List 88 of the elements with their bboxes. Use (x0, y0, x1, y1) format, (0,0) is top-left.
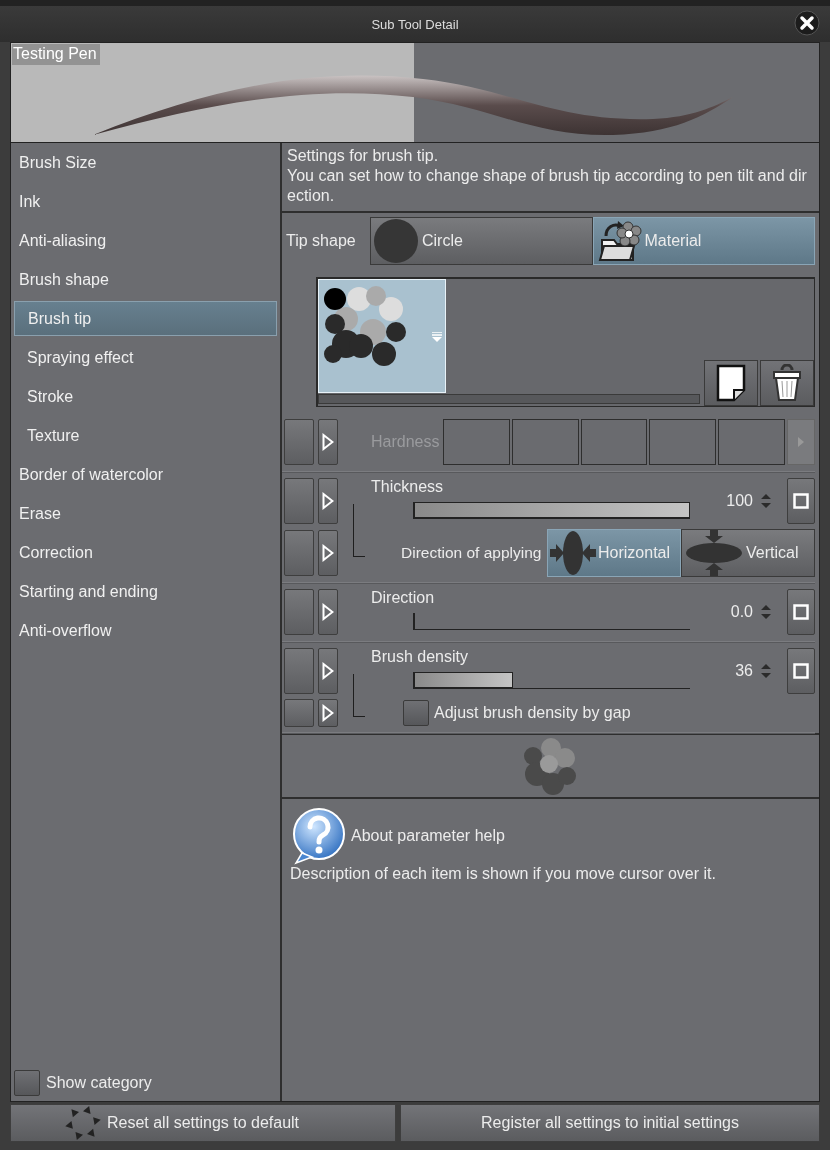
expand-button[interactable] (318, 419, 338, 465)
checkbox[interactable] (14, 1069, 40, 1096)
slider-track[interactable] (413, 613, 690, 630)
pressure-toggle-button[interactable] (284, 589, 314, 635)
triangle-icon (322, 544, 334, 562)
scrollbar[interactable] (318, 394, 700, 404)
hardness-cell[interactable] (580, 419, 648, 465)
direction-option[interactable]: Horizontal (547, 529, 681, 577)
value-text: 100 (725, 492, 753, 510)
window-title: Sub Tool Detail (371, 16, 459, 32)
tip-shape-option[interactable]: Material (592, 217, 815, 265)
hardness-cell[interactable] (443, 419, 510, 465)
checkbox[interactable] (403, 700, 429, 726)
hardness-cell[interactable] (511, 419, 579, 465)
horizontal-ellipse-icon (684, 530, 744, 576)
spin-arrows-icon (761, 663, 771, 679)
tool-name-label: Testing Pen (12, 44, 100, 65)
checkbox-label: Show category (46, 1073, 152, 1092)
material-thumbnail[interactable] (318, 279, 446, 393)
sidebar-item[interactable]: Anti-aliasing (11, 221, 277, 260)
register-button[interactable]: Register all settings to initial settings (400, 1104, 820, 1142)
triangle-icon (322, 492, 334, 510)
parameter-label: Direction (371, 589, 436, 607)
square-toggle-button[interactable] (787, 589, 815, 635)
sidebar-item[interactable]: Brush Size (11, 143, 277, 182)
parameter-label: Brush density (371, 648, 469, 666)
expand-button[interactable] (318, 478, 338, 524)
parameter-label: Direction of applying (401, 544, 542, 562)
help-title: About parameter help (351, 827, 505, 845)
triangle-icon (322, 704, 334, 722)
sidebar-item[interactable]: Correction (11, 533, 277, 572)
sidebar-item[interactable]: Stroke (14, 377, 277, 416)
square-icon (793, 604, 809, 620)
connector-line (353, 674, 365, 717)
hardness-cell[interactable] (718, 419, 785, 465)
triangle-icon (322, 433, 334, 451)
value-text: 36 (734, 662, 753, 680)
sidebar-item[interactable]: Brush tip (14, 301, 277, 336)
expand-button[interactable] (318, 699, 338, 727)
new-material-button[interactable] (704, 360, 758, 406)
direction-option[interactable]: Vertical (681, 529, 815, 577)
triangle-icon (322, 662, 334, 680)
pressure-toggle-button[interactable] (284, 648, 314, 694)
tip-shape-option[interactable]: Circle (370, 217, 593, 265)
sidebar-item[interactable]: Ink (11, 182, 277, 221)
sidebar-item[interactable]: Erase (11, 494, 277, 533)
square-toggle-button[interactable] (787, 648, 815, 694)
trash-icon (771, 364, 803, 402)
spin-arrows-icon (761, 493, 771, 509)
pressure-toggle-button[interactable] (284, 530, 314, 576)
help-text: Description of each item is shown if you move cursor over it. (290, 865, 717, 883)
expand-button[interactable] (318, 648, 338, 694)
expand-button[interactable] (318, 589, 338, 635)
vertical-ellipse-icon (550, 530, 596, 576)
pressure-toggle-button[interactable] (284, 699, 314, 727)
sidebar-item[interactable]: Anti-overflow (11, 611, 277, 650)
spin-arrows-icon (761, 604, 771, 620)
sidebar-item[interactable]: Border of watercolor (11, 455, 277, 494)
dropdown-icon (432, 332, 442, 342)
parameter-label: Thickness (371, 478, 445, 496)
description-text: You can set how to change shape of brush tip according to pen tilt and direction. (287, 166, 808, 206)
close-button[interactable] (794, 10, 820, 36)
field-label: Tip shape (286, 232, 357, 250)
square-icon (793, 493, 809, 509)
hardness-cell[interactable] (649, 419, 717, 465)
expand-button[interactable] (318, 530, 338, 576)
scroll-right-button[interactable] (787, 419, 815, 465)
sidebar-item[interactable]: Texture (14, 416, 277, 455)
sidebar-item[interactable]: Spraying effect (14, 338, 277, 377)
slider-track[interactable] (413, 672, 690, 689)
value-text: 0.0 (729, 603, 753, 621)
circle-icon (373, 218, 419, 264)
connector-line (353, 504, 365, 557)
square-icon (793, 663, 809, 679)
close-icon (794, 10, 820, 36)
triangle-icon (322, 603, 334, 621)
sidebar-item[interactable]: Brush shape (11, 260, 277, 299)
checkbox-label: Adjust brush density by gap (434, 704, 631, 722)
description-text: Settings for brush tip. (287, 146, 440, 166)
pressure-toggle-button[interactable] (284, 478, 314, 524)
reset-button[interactable]: Reset all settings to default (10, 1104, 396, 1142)
page-icon (716, 364, 746, 402)
delete-material-button[interactable] (760, 360, 814, 406)
arrow-right-icon (798, 437, 804, 447)
question-bubble-icon (290, 807, 348, 865)
square-toggle-button[interactable] (787, 478, 815, 524)
pressure-toggle-button[interactable] (284, 419, 314, 465)
sidebar-item[interactable]: Starting and ending (11, 572, 277, 611)
